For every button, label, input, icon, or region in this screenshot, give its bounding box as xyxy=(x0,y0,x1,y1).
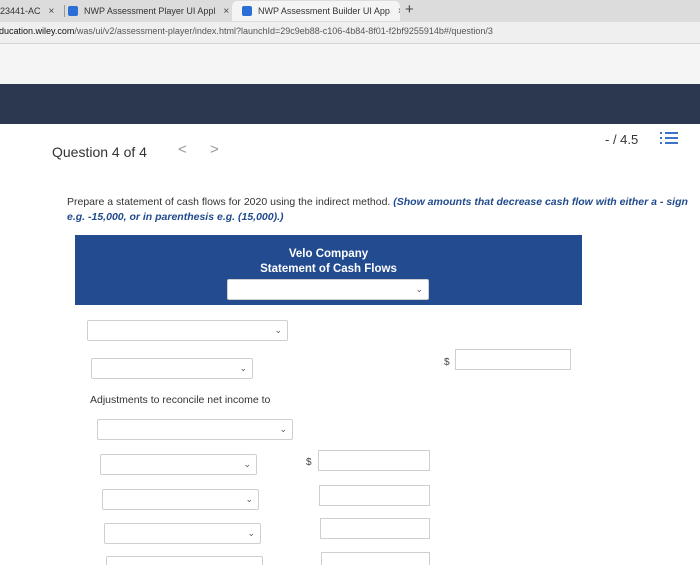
line-item-select-2[interactable]: ⌄ xyxy=(91,358,253,379)
page-top-area xyxy=(0,44,700,84)
question-title: Question 4 of 4 xyxy=(52,144,147,160)
chevron-down-icon: ⌄ xyxy=(274,325,282,335)
tab-label: 23441-AC xyxy=(0,6,41,16)
url-host: education.wiley.com xyxy=(0,26,75,36)
adjustment-select-5[interactable] xyxy=(106,556,263,565)
line-item-select-1[interactable]: ⌄ xyxy=(87,320,288,341)
company-name: Velo Company xyxy=(288,248,369,260)
adjustment-select-1[interactable]: ⌄ xyxy=(97,419,293,440)
tab-label: NWP Assessment Player UI Appl xyxy=(84,6,216,16)
favicon-icon xyxy=(68,6,78,16)
tab-label: NWP Assessment Builder UI App xyxy=(258,6,390,16)
question-instructions: Prepare a statement of cash flows for 20… xyxy=(67,195,697,225)
amount-input-4[interactable] xyxy=(320,518,430,539)
tab-divider xyxy=(64,5,65,17)
adjustment-select-4[interactable]: ⌄ xyxy=(104,523,261,544)
chevron-down-icon: ⌄ xyxy=(415,284,423,294)
adjustment-select-3[interactable]: ⌄ xyxy=(102,489,259,510)
browser-tab-strip: 23441-AC × NWP Assessment Player UI Appl… xyxy=(0,0,700,22)
close-icon[interactable]: × xyxy=(223,6,229,17)
tab-assessment-player[interactable]: NWP Assessment Player UI Appl × xyxy=(68,1,230,21)
url-path: /was/ui/v2/assessment-player/index.html?… xyxy=(74,26,493,36)
close-icon[interactable]: × xyxy=(398,6,400,17)
tab-acct[interactable]: 23441-AC × xyxy=(0,1,60,21)
amount-input-2[interactable] xyxy=(318,450,430,471)
amount-input-5[interactable] xyxy=(321,552,430,565)
currency-symbol: $ xyxy=(306,457,312,468)
amount-input-3[interactable] xyxy=(319,485,430,506)
tab-assessment-builder[interactable]: NWP Assessment Builder UI App × xyxy=(232,1,400,21)
next-question-button[interactable]: > xyxy=(210,141,219,158)
favicon-icon xyxy=(242,6,252,16)
instructions-text: Prepare a statement of cash flows for 20… xyxy=(67,196,394,208)
app-header-band xyxy=(0,84,700,124)
question-score: - / 4.5 xyxy=(605,132,639,147)
url-text[interactable]: education.wiley.com/was/ui/v2/assessment… xyxy=(0,26,493,36)
chevron-down-icon: ⌄ xyxy=(245,494,253,504)
currency-symbol: $ xyxy=(444,357,450,368)
address-bar[interactable]: education.wiley.com/was/ui/v2/assessment… xyxy=(0,22,700,44)
amount-input-1[interactable] xyxy=(455,349,571,370)
list-icon[interactable] xyxy=(660,131,678,145)
statement-name: Statement of Cash Flows xyxy=(260,263,397,275)
adjustments-label: Adjustments to reconcile net income to xyxy=(90,394,271,406)
new-tab-button[interactable]: + xyxy=(405,1,414,18)
close-icon[interactable]: × xyxy=(49,6,55,17)
adjustment-select-2[interactable]: ⌄ xyxy=(100,454,257,475)
chevron-down-icon: ⌄ xyxy=(243,459,251,469)
chevron-down-icon: ⌄ xyxy=(247,528,255,538)
previous-question-button[interactable]: < xyxy=(178,141,187,158)
chevron-down-icon: ⌄ xyxy=(279,424,287,434)
period-select[interactable]: ⌄ xyxy=(227,279,429,300)
chevron-down-icon: ⌄ xyxy=(239,363,247,373)
